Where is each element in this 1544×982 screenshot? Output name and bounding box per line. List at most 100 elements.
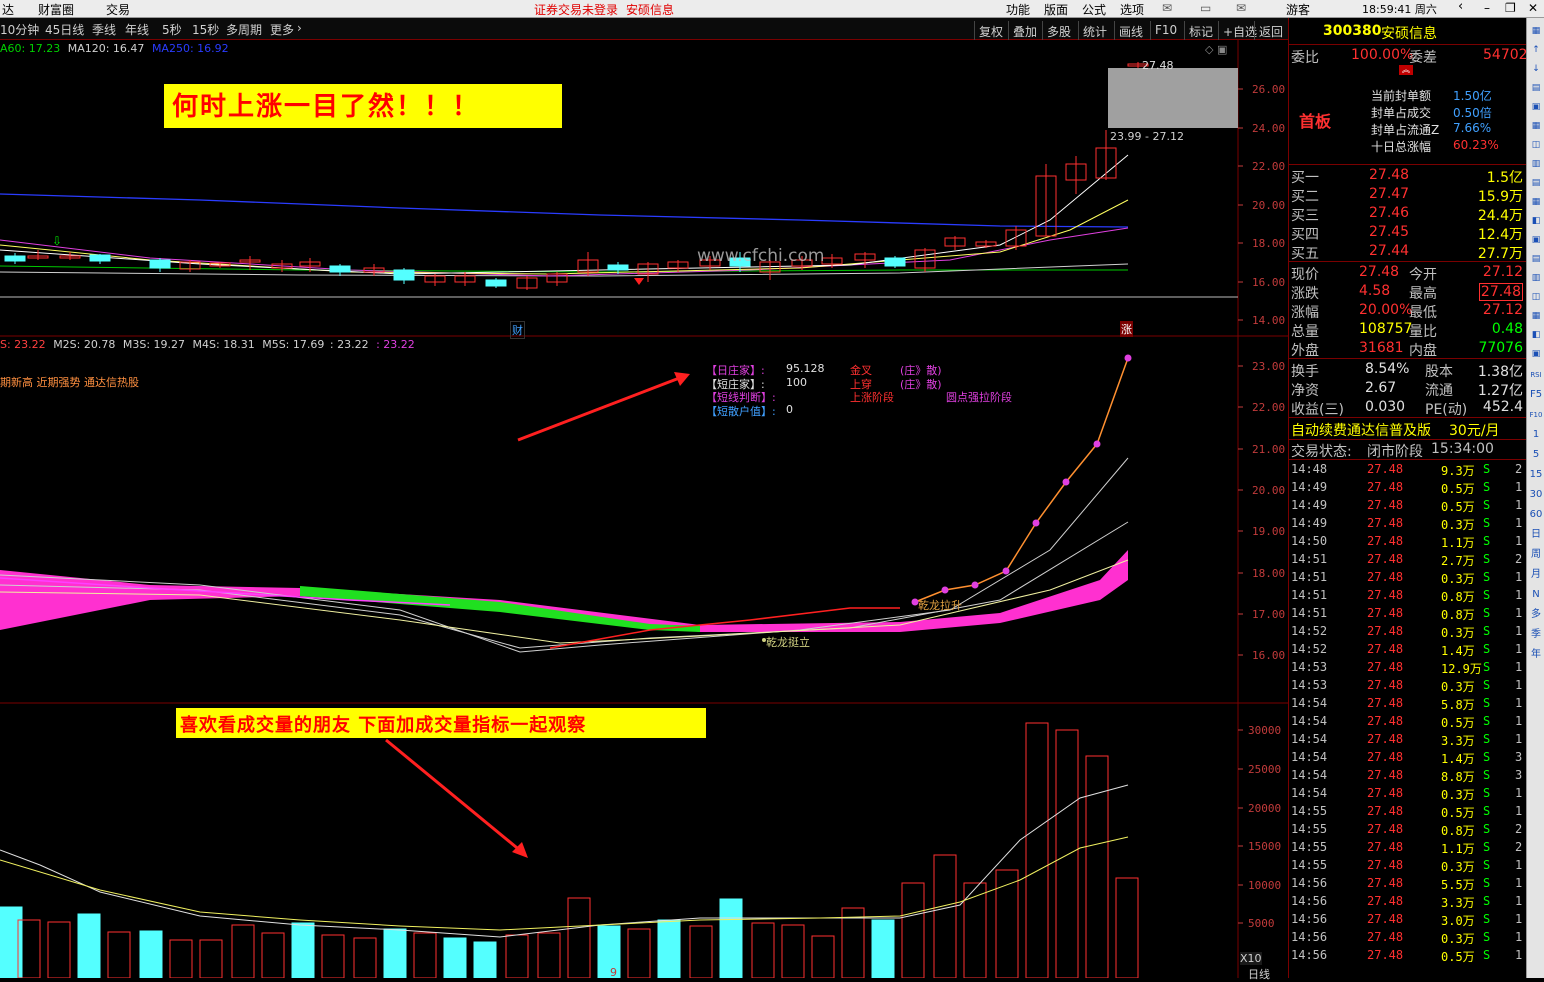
tool-icon[interactable]: ◫ bbox=[1529, 290, 1543, 304]
btn-draw[interactable]: 画线 bbox=[1114, 21, 1147, 40]
tick-row[interactable]: 14:49 27.48 0.5万 S 1 bbox=[1289, 478, 1527, 496]
tick-row[interactable]: 14:55 27.48 0.5万 S 1 bbox=[1289, 802, 1527, 820]
back-arrow-icon[interactable]: ‹ bbox=[1458, 0, 1463, 14]
side-tool-1[interactable]: F5 bbox=[1529, 388, 1543, 402]
menu-item-trade[interactable]: 交易 bbox=[106, 1, 130, 18]
tool-icon[interactable]: ▣ bbox=[1529, 233, 1543, 247]
limit-up-marker[interactable]: 涨 bbox=[1120, 321, 1133, 337]
promo-price[interactable]: 30元/月 bbox=[1449, 420, 1500, 440]
side-tool-4[interactable]: 5 bbox=[1529, 448, 1543, 462]
chart-canvas[interactable]: 26.00 24.00 22.00 20.00 18.00 16.00 14.00 23.0… bbox=[0, 40, 1288, 978]
tick-row[interactable]: 14:54 27.48 5.8万 S 1 bbox=[1289, 694, 1527, 712]
tool-icon[interactable]: ▦ bbox=[1529, 309, 1543, 323]
side-tool-14[interactable]: 年 bbox=[1529, 648, 1543, 662]
tick-row[interactable]: 14:54 27.48 3.3万 S 1 bbox=[1289, 730, 1527, 748]
side-tool-8[interactable]: 日 bbox=[1529, 528, 1543, 542]
tick-row[interactable]: 14:49 27.48 0.5万 S 1 bbox=[1289, 496, 1527, 514]
side-tool-6[interactable]: 30 bbox=[1529, 488, 1543, 502]
tool-icon[interactable]: ▦ bbox=[1529, 24, 1543, 38]
tool-icon[interactable]: ↓ bbox=[1529, 62, 1543, 76]
minimize-icon[interactable]: – bbox=[1484, 1, 1490, 15]
tick-row[interactable]: 14:49 27.48 0.3万 S 1 bbox=[1289, 514, 1527, 532]
tick-row[interactable]: 14:51 27.48 0.3万 S 1 bbox=[1289, 568, 1527, 586]
mail2-icon[interactable]: ✉ bbox=[1236, 1, 1246, 15]
tool-icon[interactable]: ▤ bbox=[1529, 252, 1543, 266]
mail-icon[interactable]: ✉ bbox=[1162, 1, 1172, 15]
tick-row[interactable]: 14:52 27.48 1.4万 S 1 bbox=[1289, 640, 1527, 658]
tick-row[interactable]: 14:54 27.48 8.8万 S 3 bbox=[1289, 766, 1527, 784]
tool-icon[interactable]: ◧ bbox=[1529, 328, 1543, 342]
tick-row[interactable]: 14:54 27.48 0.5万 S 1 bbox=[1289, 712, 1527, 730]
btn-overlay[interactable]: 叠加 bbox=[1008, 21, 1041, 40]
close-icon[interactable]: ✕ bbox=[1528, 1, 1538, 15]
side-tool-0[interactable]: RSI bbox=[1529, 368, 1543, 382]
period-10min[interactable]: 10分钟 bbox=[0, 21, 39, 38]
menu-item-da[interactable]: 达 bbox=[2, 1, 14, 18]
more-arrow-icon[interactable]: › bbox=[297, 21, 302, 35]
tick-row[interactable]: 14:56 27.48 0.3万 S 1 bbox=[1289, 928, 1527, 946]
side-tool-7[interactable]: 60 bbox=[1529, 508, 1543, 522]
period-year[interactable]: 年线 bbox=[125, 21, 149, 38]
tool-icon[interactable]: ↑ bbox=[1529, 43, 1543, 57]
side-tool-2[interactable]: F10 bbox=[1529, 408, 1543, 422]
tool-icon[interactable]: ▥ bbox=[1529, 157, 1543, 171]
tool-icon[interactable]: ◫ bbox=[1529, 138, 1543, 152]
tool-icon[interactable]: ▥ bbox=[1529, 271, 1543, 285]
promo-text[interactable]: 自动续费通达信普及版 bbox=[1291, 420, 1431, 440]
tick-row[interactable]: 14:55 27.48 1.1万 S 2 bbox=[1289, 838, 1527, 856]
btn-multi-stock[interactable]: 多股 bbox=[1042, 21, 1075, 40]
period-15s[interactable]: 15秒 bbox=[192, 21, 219, 38]
period-multi[interactable]: 多周期 bbox=[226, 21, 262, 38]
tick-row[interactable]: 14:55 27.48 0.3万 S 1 bbox=[1289, 856, 1527, 874]
finance-marker[interactable]: 财 bbox=[510, 321, 525, 339]
btn-stats[interactable]: 统计 bbox=[1078, 21, 1111, 40]
tick-row[interactable]: 14:53 27.48 12.9万 S 1 bbox=[1289, 658, 1527, 676]
tick-row[interactable]: 14:56 27.48 3.0万 S 1 bbox=[1289, 910, 1527, 928]
bid-row[interactable]: 买五 27.44 27.7万 bbox=[1289, 242, 1527, 262]
tick-row[interactable]: 14:48 27.48 9.3万 S 2 bbox=[1289, 460, 1527, 478]
tick-row[interactable]: 14:54 27.48 0.3万 S 1 bbox=[1289, 784, 1527, 802]
btn-mark[interactable]: 标记 bbox=[1184, 21, 1217, 40]
tool-icon[interactable]: ▣ bbox=[1529, 347, 1543, 361]
tick-row[interactable]: 14:53 27.48 0.3万 S 1 bbox=[1289, 676, 1527, 694]
tick-row[interactable]: 14:51 27.48 0.8万 S 1 bbox=[1289, 604, 1527, 622]
message-icon[interactable]: ▭ bbox=[1200, 1, 1211, 15]
tool-icon[interactable]: ◧ bbox=[1529, 214, 1543, 228]
bid-row[interactable]: 买四 27.45 12.4万 bbox=[1289, 223, 1527, 243]
tick-row[interactable]: 14:56 27.48 3.3万 S 1 bbox=[1289, 892, 1527, 910]
tick-row[interactable]: 14:50 27.48 1.1万 S 1 bbox=[1289, 532, 1527, 550]
btn-fuquan[interactable]: 复权 bbox=[974, 21, 1007, 40]
tick-row[interactable]: 14:52 27.48 0.3万 S 1 bbox=[1289, 622, 1527, 640]
side-tool-5[interactable]: 15 bbox=[1529, 468, 1543, 482]
period-season[interactable]: 季线 bbox=[92, 21, 116, 38]
expand-icon[interactable]: ︽ bbox=[1399, 65, 1413, 75]
period-more[interactable]: 更多 bbox=[270, 21, 294, 38]
btn-f10[interactable]: F10 bbox=[1150, 21, 1181, 40]
tick-row[interactable]: 14:54 27.48 1.4万 S 3 bbox=[1289, 748, 1527, 766]
bid-row[interactable]: 买一 27.48 1.5亿 bbox=[1289, 166, 1527, 186]
menu-item-options[interactable]: 选项 bbox=[1120, 1, 1144, 18]
tick-row[interactable]: 14:51 27.48 0.8万 S 1 bbox=[1289, 586, 1527, 604]
bid-row[interactable]: 买三 27.46 24.4万 bbox=[1289, 204, 1527, 224]
promo-row[interactable]: 自动续费通达信普及版 30元/月 bbox=[1289, 419, 1527, 439]
tool-icon[interactable]: ▤ bbox=[1529, 176, 1543, 190]
side-tool-12[interactable]: 多 bbox=[1529, 608, 1543, 622]
user-label[interactable]: 游客 bbox=[1286, 1, 1310, 18]
side-tool-9[interactable]: 周 bbox=[1529, 548, 1543, 562]
restore-icon[interactable]: ❐ bbox=[1505, 1, 1516, 15]
tick-row[interactable]: 14:51 27.48 2.7万 S 2 bbox=[1289, 550, 1527, 568]
tool-icon[interactable]: ▣ bbox=[1529, 100, 1543, 114]
side-tool-10[interactable]: 月 bbox=[1529, 568, 1543, 582]
tool-icon[interactable]: ▦ bbox=[1529, 195, 1543, 209]
bid-row[interactable]: 买二 27.47 15.9万 bbox=[1289, 185, 1527, 205]
tick-row[interactable]: 14:56 27.48 0.5万 S 1 bbox=[1289, 946, 1527, 964]
tool-icon[interactable]: ▤ bbox=[1529, 81, 1543, 95]
period-5s[interactable]: 5秒 bbox=[162, 21, 182, 38]
side-tool-3[interactable]: 1 bbox=[1529, 428, 1543, 442]
side-tool-11[interactable]: N bbox=[1529, 588, 1543, 602]
menu-item-caifuquan[interactable]: 财富圈 bbox=[38, 1, 74, 18]
tick-row[interactable]: 14:56 27.48 5.5万 S 1 bbox=[1289, 874, 1527, 892]
menu-item-function[interactable]: 功能 bbox=[1006, 1, 1030, 18]
side-tool-13[interactable]: 季 bbox=[1529, 628, 1543, 642]
chart-settings-icons[interactable]: ◇ ▣ bbox=[1205, 43, 1227, 56]
